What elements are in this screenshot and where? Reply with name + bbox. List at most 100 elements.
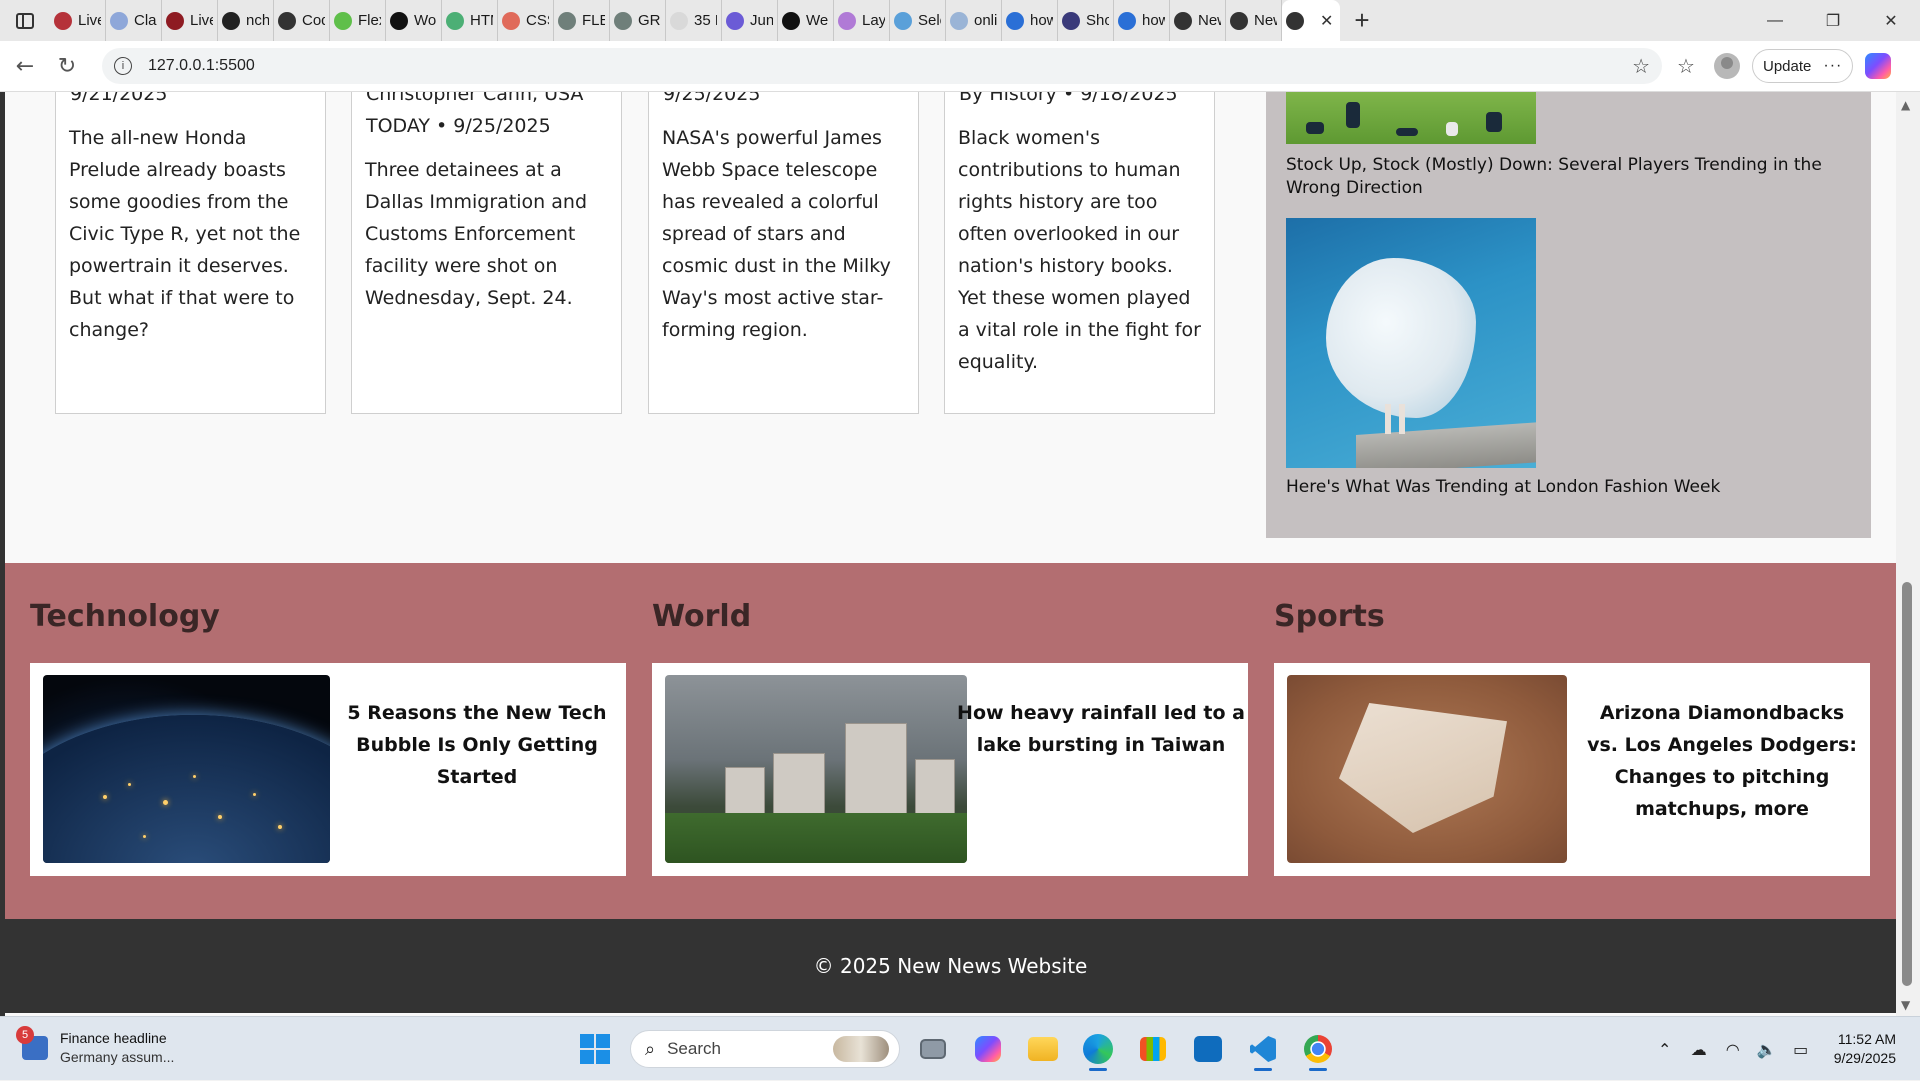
file-explorer-icon[interactable]: [1021, 1027, 1065, 1071]
article-description: Black women's contributions to human rig…: [958, 127, 1201, 373]
browser-tab[interactable]: how: [1114, 0, 1170, 41]
trending-caption[interactable]: Stock Up, Stock (Mostly) Down: Several P…: [1286, 154, 1856, 200]
article-description: NASA's powerful James Webb Space telesco…: [662, 127, 891, 341]
tab-label: Sho: [1086, 12, 1109, 29]
volume-icon[interactable]: 🔈: [1752, 1034, 1782, 1064]
grid-icon: [558, 11, 576, 30]
browser-tab[interactable]: Wor: [386, 0, 442, 41]
task-view-icon[interactable]: [911, 1027, 955, 1071]
browser-tab[interactable]: New: [1226, 0, 1282, 41]
trending-image-football[interactable]: [1286, 92, 1536, 144]
trending-caption[interactable]: Here's What Was Trending at London Fashi…: [1286, 476, 1856, 499]
browser-tab-strip: Live Clas Live nch Cod Flex Wor HTM CSS FLE GRI 35 …: [0, 0, 1920, 41]
browser-tab[interactable]: Wel: [778, 0, 834, 41]
copilot-icon[interactable]: [1865, 53, 1892, 79]
copilot-app-icon[interactable]: [966, 1027, 1010, 1071]
story-thumbnail[interactable]: [1287, 675, 1567, 863]
browser-tab[interactable]: Junc: [722, 0, 778, 41]
edge-browser-icon[interactable]: [1076, 1027, 1120, 1071]
browser-tab[interactable]: FLE: [554, 0, 610, 41]
story-headline[interactable]: Arizona Diamondbacks vs. Los Angeles Dod…: [1582, 697, 1862, 825]
close-window-icon[interactable]: ✕: [1862, 0, 1920, 41]
article-card[interactable]: Christopher Cann, USA TODAY • 9/25/2025 …: [351, 92, 622, 414]
favorites-icon[interactable]: ☆: [1668, 48, 1704, 84]
update-button[interactable]: Update ···: [1752, 49, 1854, 83]
article-card[interactable]: 9/21/2025 The all-new Honda Prelude alre…: [55, 92, 326, 414]
browser-tab[interactable]: ✕: [1282, 0, 1340, 41]
browser-tab[interactable]: Sele: [890, 0, 946, 41]
browser-tab[interactable]: Cod: [274, 0, 330, 41]
chrome-icon[interactable]: [1296, 1027, 1340, 1071]
taskbar-search[interactable]: ⌕ Search: [630, 1030, 900, 1068]
scroll-up-icon[interactable]: ▲: [1901, 98, 1910, 112]
asterisk-icon: [502, 11, 520, 30]
minimize-icon[interactable]: —: [1746, 0, 1804, 41]
tab-label: 35 L: [694, 12, 717, 29]
section-story-card[interactable]: How heavy rainfall led to a lake burstin…: [652, 663, 1248, 876]
tab-label: onli: [974, 12, 997, 29]
openai-icon: [278, 11, 296, 30]
show-hidden-icons[interactable]: ⌃: [1650, 1034, 1680, 1064]
url-field[interactable]: i 127.0.0.1:5500 ☆: [102, 48, 1662, 84]
refresh-icon[interactable]: ↻: [50, 49, 84, 83]
browser-tab[interactable]: Clas: [106, 0, 162, 41]
new-tab-button[interactable]: +: [1340, 0, 1384, 41]
favorite-star-icon[interactable]: ☆: [1632, 54, 1650, 78]
browser-tab[interactable]: Lay: [834, 0, 890, 41]
wifi-icon[interactable]: ◠: [1718, 1034, 1748, 1064]
close-tab-icon[interactable]: ✕: [1320, 11, 1333, 30]
outlook-icon[interactable]: [1186, 1027, 1230, 1071]
update-label: Update: [1763, 57, 1812, 75]
section-story-card[interactable]: Arizona Diamondbacks vs. Los Angeles Dod…: [1274, 663, 1870, 876]
notification-badge: 5: [16, 1026, 34, 1044]
browser-tab[interactable]: HTM: [442, 0, 498, 41]
article-card[interactable]: 9/25/2025 NASA's powerful James Webb Spa…: [648, 92, 919, 414]
tab-label: New: [1198, 12, 1221, 29]
section-story-card[interactable]: 5 Reasons the New Tech Bubble Is Only Ge…: [30, 663, 626, 876]
workspaces-icon[interactable]: [0, 0, 50, 41]
tab-label: Lay: [862, 12, 885, 29]
back-icon[interactable]: ←: [8, 49, 42, 83]
browser-tab[interactable]: onli: [946, 0, 1002, 41]
browser-tab[interactable]: Live: [162, 0, 218, 41]
scrollbar-thumb[interactable]: [1902, 582, 1912, 986]
profile-avatar[interactable]: [1714, 53, 1740, 79]
browser-tab[interactable]: 35 L: [666, 0, 722, 41]
restore-icon[interactable]: ❐: [1804, 0, 1862, 41]
article-card[interactable]: By History • 9/18/2025 Black women's con…: [944, 92, 1215, 414]
browser-tab[interactable]: nch: [218, 0, 274, 41]
tab-label: how: [1142, 12, 1165, 29]
start-icon[interactable]: [580, 1034, 610, 1064]
microsoft-store-icon[interactable]: [1131, 1027, 1175, 1071]
story-headline[interactable]: How heavy rainfall led to a lake burstin…: [956, 697, 1246, 761]
browser-tab[interactable]: Sho: [1058, 0, 1114, 41]
browser-tab[interactable]: CSS: [498, 0, 554, 41]
tab-label: Flex: [358, 12, 381, 29]
scroll-down-icon[interactable]: ▼: [1901, 998, 1910, 1012]
news-widget[interactable]: 5 Finance headline Germany assum...: [16, 1026, 174, 1067]
tab-label: how: [1030, 12, 1053, 29]
story-thumbnail[interactable]: [43, 675, 330, 863]
browser-tab[interactable]: how: [1002, 0, 1058, 41]
tab-label: Sele: [918, 12, 941, 29]
browser-tab[interactable]: New: [1170, 0, 1226, 41]
more-menu-icon[interactable]: ···: [1823, 57, 1842, 75]
page-scrollbar[interactable]: ▲ ▼: [1896, 92, 1920, 1016]
story-thumbnail[interactable]: [665, 675, 967, 863]
section-title: World: [652, 599, 752, 634]
browser-tab[interactable]: Flex: [330, 0, 386, 41]
address-bar-row: ← ↻ i 127.0.0.1:5500 ☆ ☆ Update ···: [0, 41, 1920, 92]
story-headline[interactable]: 5 Reasons the New Tech Bubble Is Only Ge…: [332, 697, 622, 793]
browser-tab[interactable]: GRI: [610, 0, 666, 41]
taskbar-clock[interactable]: 11:52 AM 9/29/2025: [1834, 1030, 1896, 1068]
trending-image-fashion[interactable]: [1286, 218, 1536, 468]
url-text[interactable]: 127.0.0.1:5500: [148, 57, 255, 75]
site-info-icon[interactable]: i: [114, 57, 132, 75]
tab-label: Wel: [806, 12, 829, 29]
search-placeholder: Search: [667, 1039, 721, 1058]
battery-icon[interactable]: ▭: [1786, 1034, 1816, 1064]
vscode-icon[interactable]: [1241, 1027, 1285, 1071]
onedrive-icon[interactable]: ☁: [1684, 1034, 1714, 1064]
tab-label: Live: [190, 12, 213, 29]
browser-tab[interactable]: Live: [50, 0, 106, 41]
